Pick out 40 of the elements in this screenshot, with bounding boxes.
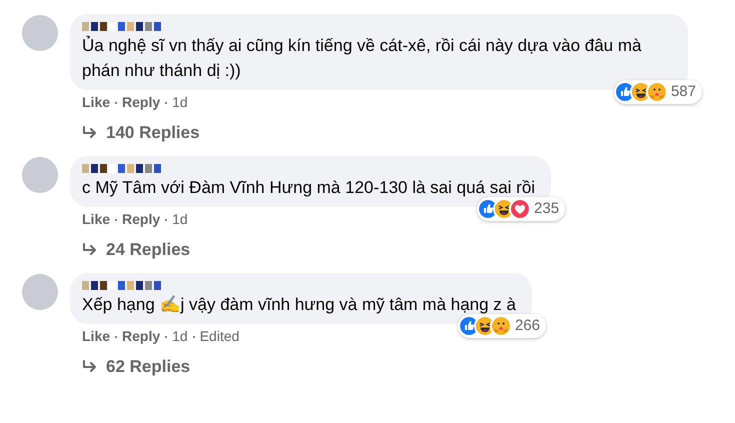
avatar[interactable] <box>22 15 58 51</box>
reply-arrow-icon <box>82 126 98 140</box>
reply-arrow-icon <box>82 243 98 257</box>
thumbs-up-icon <box>479 200 498 218</box>
hugging-face-icon <box>492 317 510 335</box>
reactions-badge[interactable]: 266 <box>458 314 546 338</box>
reaction-count: 587 <box>670 82 696 102</box>
comment-text: c Mỹ Tâm với Đàm Vĩnh Hưng mà 120-130 là sai quá sai rồi <box>82 177 536 199</box>
comment-text: Xếp hạng ✍j vậy đàm vĩnh hưng và mỹ tâm mà hạng z à <box>82 294 517 316</box>
action-link[interactable]: Like <box>82 209 110 230</box>
view-replies-link[interactable]: 24 Replies <box>70 239 190 261</box>
reaction-count: 235 <box>534 198 560 219</box>
timestamp[interactable]: 1d <box>172 209 188 230</box>
laughing-face-icon <box>632 83 650 101</box>
replies-count[interactable]: 24 Replies <box>106 237 190 263</box>
laughing-face-icon <box>476 317 494 335</box>
action-link[interactable]: Reply <box>122 92 160 113</box>
timestamp[interactable]: 1d <box>172 92 188 113</box>
action-link[interactable]: Like <box>82 326 110 347</box>
thumbs-up-icon <box>460 317 478 335</box>
reply-arrow-icon <box>82 360 98 374</box>
reactions-badge[interactable]: 235 <box>477 197 566 221</box>
heart-icon <box>511 200 530 218</box>
action-link[interactable]: Like <box>82 92 110 113</box>
reactions-badge[interactable]: 587 <box>614 80 702 104</box>
view-replies-link[interactable]: 140 Replies <box>70 122 200 144</box>
view-replies-link[interactable]: 62 Replies <box>70 356 190 378</box>
edited-label: Edited <box>200 327 240 346</box>
timestamp[interactable]: 1d <box>172 326 188 347</box>
thumbs-up-icon <box>616 83 634 101</box>
comment-text: Ủa nghệ sĩ vn thấy ai cũng kín tiếng về cát-xê, rồi cái này dựa vào đâu mà phán như thánh dị :)) <box>82 34 642 82</box>
action-link[interactable]: Reply <box>122 326 160 347</box>
replies-count[interactable]: 62 Replies <box>106 354 190 380</box>
action-link[interactable]: Reply <box>122 209 160 230</box>
replies-count[interactable]: 140 Replies <box>106 120 200 146</box>
avatar[interactable] <box>22 274 58 310</box>
avatar[interactable] <box>22 157 58 193</box>
hugging-face-icon <box>648 83 666 101</box>
reaction-count: 266 <box>514 316 540 336</box>
laughing-face-icon <box>495 200 514 218</box>
